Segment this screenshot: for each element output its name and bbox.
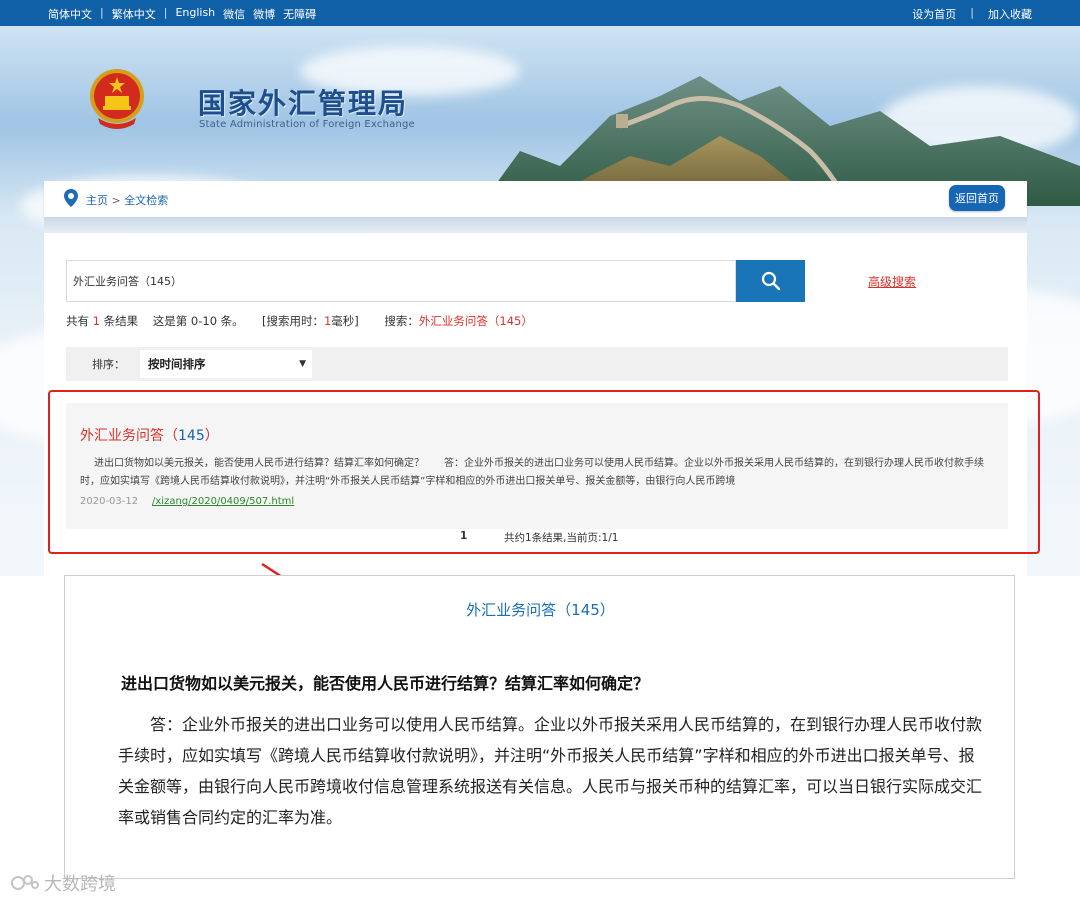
site-subtitle: State Administration of Foreign Exchange — [199, 119, 415, 130]
breadcrumb-current[interactable]: 全文检索 — [124, 194, 168, 207]
location-pin-icon — [64, 189, 78, 207]
query-label: 搜索： — [384, 314, 419, 328]
breadcrumb-home-link[interactable]: 主页 — [86, 194, 108, 207]
highlight-annotation-box — [48, 390, 1040, 554]
search-icon — [761, 271, 780, 291]
watermark: 大数跨境 — [10, 870, 116, 896]
stats-prefix: 共有 — [66, 314, 89, 328]
lang-traditional-link[interactable]: 繁体中文 — [112, 6, 156, 22]
article-answer: 答：企业外币报关的进出口业务可以使用人民币结算。企业以外币报关采用人民币结算的，… — [118, 715, 983, 827]
sort-label: 排序： — [92, 358, 125, 371]
search-input[interactable]: 外汇业务问答（145） — [66, 260, 736, 302]
search-stats: 共有 1 条结果 这是第 0-10 条。 [搜索用时：1毫秒] 搜索：外汇业务问… — [66, 313, 533, 329]
national-emblem-logo — [90, 69, 144, 129]
stats-suffix: 条结果 — [103, 314, 139, 328]
time-prefix: [搜索用时： — [261, 314, 324, 328]
back-home-button[interactable]: 返回首页 — [949, 185, 1005, 211]
watermark-text: 大数跨境 — [44, 874, 116, 895]
divider-strip — [44, 217, 1027, 233]
top-navigation-bar: 简体中文 | 繁体中文 | English 微信 微博 无障碍 设为首页 | 加… — [0, 0, 1080, 26]
advanced-search-link[interactable]: 高级搜索 — [868, 273, 916, 290]
sort-bar: 排序： 按时间排序 ▼ — [66, 347, 1008, 381]
query-value: 外汇业务问答（145） — [418, 314, 533, 328]
search-button[interactable] — [736, 260, 805, 302]
separator: | — [970, 6, 974, 19]
article-question: 进出口货物如以美元报关，能否使用人民币进行结算？结算汇率如何确定？ — [121, 674, 650, 693]
article-card: 外汇业务问答（145） 进出口货物如以美元报关，能否使用人民币进行结算？结算汇率… — [64, 575, 1015, 879]
lang-simplified-link[interactable]: 简体中文 — [48, 6, 92, 22]
breadcrumb-separator: > — [111, 194, 121, 207]
separator: | — [163, 6, 168, 19]
watermark-logo-icon — [11, 875, 39, 890]
sort-select[interactable]: 按时间排序 ▼ — [140, 350, 312, 378]
result-count: 1 — [92, 314, 100, 328]
breadcrumb: 主页 > 全文检索 — [86, 192, 168, 208]
time-suffix: 毫秒] — [331, 314, 359, 328]
wechat-link[interactable]: 微信 — [223, 6, 245, 22]
add-favorite-link[interactable]: 加入收藏 — [988, 6, 1032, 22]
stats-range: 这是第 0-10 条。 — [152, 314, 244, 328]
site-title: 国家外汇管理局 — [198, 87, 409, 120]
breadcrumb-bar: 主页 > 全文检索 返回首页 — [44, 181, 1027, 217]
chevron-down-icon: ▼ — [299, 359, 306, 369]
sort-selected-value: 按时间排序 — [148, 357, 206, 371]
set-homepage-link[interactable]: 设为首页 — [912, 6, 956, 22]
separator: | — [100, 6, 104, 19]
article-title: 外汇业务问答（145） — [466, 601, 615, 619]
accessibility-link[interactable]: 无障碍 — [283, 6, 316, 22]
weibo-link[interactable]: 微博 — [253, 6, 275, 22]
lang-english-link[interactable]: English — [175, 6, 215, 22]
